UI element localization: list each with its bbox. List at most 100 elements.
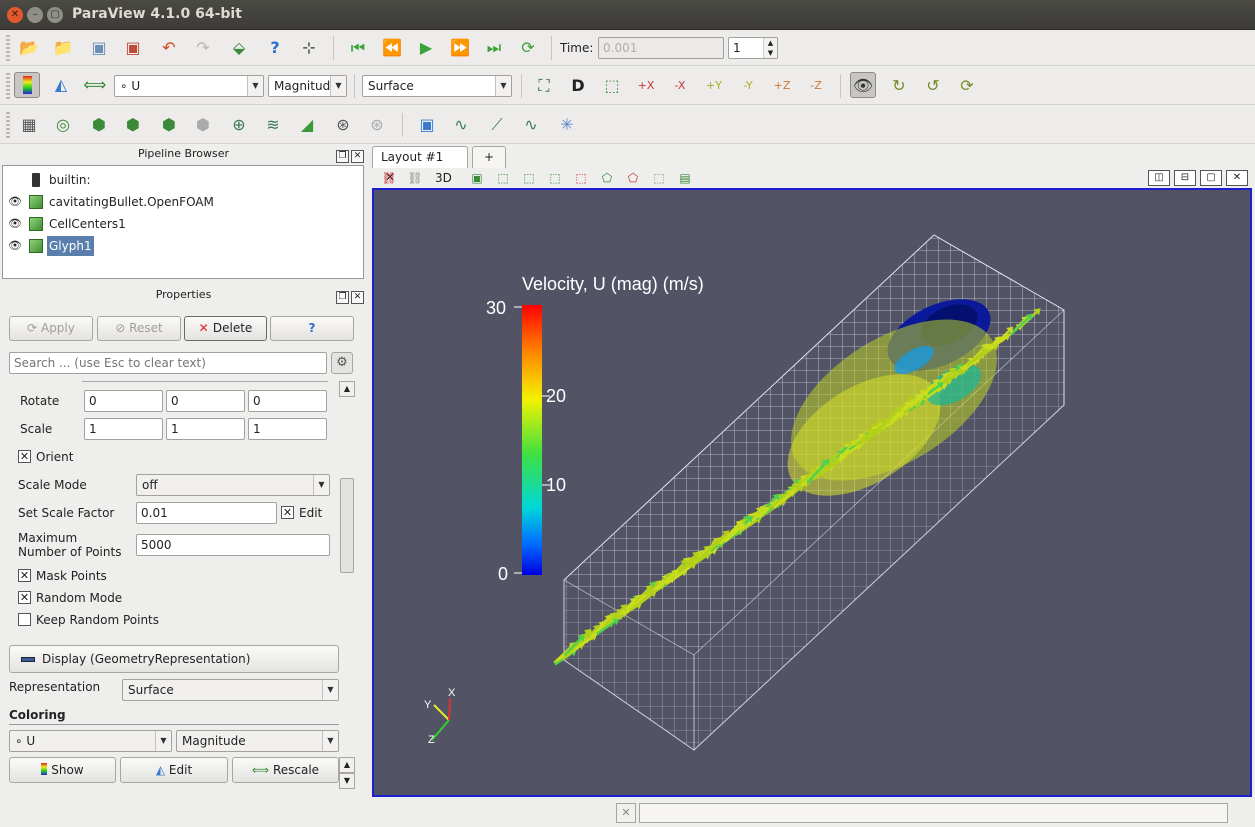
reset-camera-icon[interactable]: ⛶ (531, 73, 557, 99)
pipeline-item-reader[interactable]: 👁 cavitatingBullet.OpenFOAM (3, 192, 363, 212)
display-section-header[interactable]: Display (GeometryRepresentation) (9, 645, 339, 673)
scroll-down-icon[interactable]: ▼ (339, 773, 355, 789)
advanced-settings-gear-icon[interactable]: ⚙ (331, 352, 353, 374)
group-datasets-icon[interactable]: ⊛ (330, 112, 356, 138)
toggle-color-legend-icon[interactable] (14, 72, 40, 98)
play-icon[interactable]: ▶ (413, 35, 439, 61)
delete-button[interactable]: ✕ Delete (184, 316, 267, 341)
pipeline-item-cellcenters[interactable]: 👁 CellCenters1 (3, 214, 363, 234)
edit-colormap-button[interactable]: ◭ Edit (120, 757, 228, 783)
split-horizontal-icon[interactable]: ◫ (1148, 170, 1170, 186)
dock-float-icon[interactable]: ❐ (336, 150, 349, 163)
interaction-mode-icon[interactable]: 👁 (850, 72, 876, 98)
spin-arrows-icon[interactable]: ▲ ▼ (763, 38, 777, 58)
representation-combo[interactable]: Surface ▼ (122, 679, 339, 701)
keep-random-points-checkbox[interactable] (18, 613, 31, 626)
disconnect-server-icon[interactable]: ▣ (120, 35, 146, 61)
rescale-button[interactable]: ⟺ Rescale (232, 757, 339, 783)
connect-server-icon[interactable]: ▣ (86, 35, 112, 61)
dock-close-icon[interactable]: ✕ (351, 291, 364, 304)
calculator-icon[interactable]: ▦ (16, 112, 42, 138)
help-icon[interactable]: ? (262, 35, 288, 61)
warp-by-vector-icon[interactable]: ◢ (294, 112, 320, 138)
orient-checkbox[interactable]: ✕ (18, 450, 31, 463)
toolbar-grip[interactable] (6, 35, 10, 61)
pick-center-icon[interactable]: ⊹ (296, 35, 322, 61)
view-plus-z-icon[interactable]: +Z (769, 73, 795, 99)
apply-button[interactable]: ⟳ Apply (9, 316, 93, 341)
plot-selection-icon[interactable]: ∿ (518, 112, 544, 138)
toolbar-grip[interactable] (6, 112, 10, 138)
coloring-component-combo[interactable]: Magnitude ▼ (176, 730, 339, 752)
extract-subset-icon[interactable]: ⬢ (190, 112, 216, 138)
stream-tracer-icon[interactable]: ≋ (260, 112, 286, 138)
load-state-icon[interactable]: 📁 (50, 35, 76, 61)
zoom-to-box-icon[interactable]: ⬚ (599, 73, 625, 99)
next-frame-icon[interactable]: ⏩ (447, 35, 473, 61)
window-minimize-button[interactable]: – (27, 7, 43, 23)
reset-button[interactable]: ⊘ Reset (97, 316, 181, 341)
rotate-90-ccw-icon[interactable]: ↻ (886, 73, 912, 99)
open-file-icon[interactable]: 📂 (16, 35, 42, 61)
toolbar-grip[interactable] (6, 73, 10, 99)
mask-points-checkbox[interactable]: ✕ (18, 569, 31, 582)
last-frame-icon[interactable]: ⏭ (481, 35, 507, 61)
component-combo[interactable]: Magnitude ▼ (268, 75, 347, 97)
redo-icon[interactable]: ↷ (190, 35, 216, 61)
pipeline-item-glyph[interactable]: 👁 Glyph1 (3, 236, 363, 256)
rotate-y-field[interactable]: 0 (166, 390, 245, 412)
rotate-90-cw-icon[interactable]: ↺ (920, 73, 946, 99)
scale-factor-edit-checkbox[interactable]: ✕ (281, 506, 294, 519)
view-plus-x-icon[interactable]: +X (633, 73, 659, 99)
random-mode-checkbox[interactable]: ✕ (18, 591, 31, 604)
rescale-range-icon[interactable]: ⟺ (82, 72, 108, 98)
render-view[interactable]: Velocity, U (mag) (m/s) 30 20 10 0 Y X Z (372, 188, 1252, 797)
dock-close-icon[interactable]: ✕ (351, 150, 364, 163)
dock-float-icon[interactable]: ❐ (336, 291, 349, 304)
adjust-camera-icon[interactable]: ⟳ (954, 73, 980, 99)
slice-icon[interactable]: ⬢ (120, 112, 146, 138)
split-vertical-icon[interactable]: ⊟ (1174, 170, 1196, 186)
extract-level-icon[interactable]: ⊛ (364, 112, 390, 138)
loop-icon[interactable]: ⟳ (515, 35, 541, 61)
view-plus-y-icon[interactable]: +Y (701, 73, 727, 99)
undo-icon[interactable]: ↶ (156, 35, 182, 61)
view-minus-x-icon[interactable]: -X (667, 73, 693, 99)
view-minus-z-icon[interactable]: -Z (803, 73, 829, 99)
view-minus-y-icon[interactable]: -Y (735, 73, 761, 99)
properties-scrollbar[interactable]: ▲ ▲ ▼ (339, 381, 355, 789)
threshold-icon[interactable]: ⬢ (156, 112, 182, 138)
select-cells-icon[interactable]: ▣ (414, 112, 440, 138)
scale-y-field[interactable]: 1 (166, 418, 245, 440)
scrollbar-thumb[interactable] (340, 478, 354, 573)
close-view-icon[interactable]: ✕ (1226, 170, 1248, 186)
scale-mode-combo[interactable]: off ▼ (136, 474, 330, 496)
properties-search-input[interactable] (9, 352, 327, 374)
help-button[interactable]: ? (270, 316, 354, 341)
clip-icon[interactable]: ⬢ (86, 112, 112, 138)
first-frame-icon[interactable]: ⏮ (345, 35, 371, 61)
scroll-up-icon[interactable]: ▲ (339, 381, 355, 397)
pipeline-item-builtin[interactable]: builtin: (3, 170, 363, 190)
glyph-icon[interactable]: ⊕ (226, 112, 252, 138)
show-colorbar-button[interactable]: Show (9, 757, 116, 783)
view-mode-3d-button[interactable]: 3D (435, 171, 452, 185)
time-value-field[interactable]: 0.001 (598, 37, 724, 59)
visibility-eye-icon[interactable]: 👁 (8, 195, 22, 209)
representation-toolbar-combo[interactable]: Surface ▼ (362, 75, 512, 97)
scale-z-field[interactable]: 1 (248, 418, 327, 440)
scale-factor-field[interactable]: 0.01 (136, 502, 277, 524)
window-close-button[interactable]: ✕ (7, 7, 23, 23)
visibility-eye-icon[interactable]: 👁 (8, 217, 22, 231)
scale-x-field[interactable]: 1 (84, 418, 163, 440)
previous-frame-icon[interactable]: ⏪ (379, 35, 405, 61)
render-canvas[interactable]: Velocity, U (mag) (m/s) 30 20 10 0 Y X Z (374, 190, 1250, 795)
show-center-icon[interactable]: D (565, 73, 591, 99)
extract-selection-icon[interactable]: ✳ (554, 112, 580, 138)
rotate-z-field[interactable]: 0 (248, 390, 327, 412)
maximize-view-icon[interactable]: ▢ (1200, 170, 1222, 186)
probe-location-icon[interactable]: ∿ (448, 112, 474, 138)
plot-over-line-icon[interactable]: ⟋ (484, 112, 510, 138)
macro-icon[interactable]: ⬙ (226, 35, 252, 61)
contour-icon[interactable]: ◎ (50, 112, 76, 138)
